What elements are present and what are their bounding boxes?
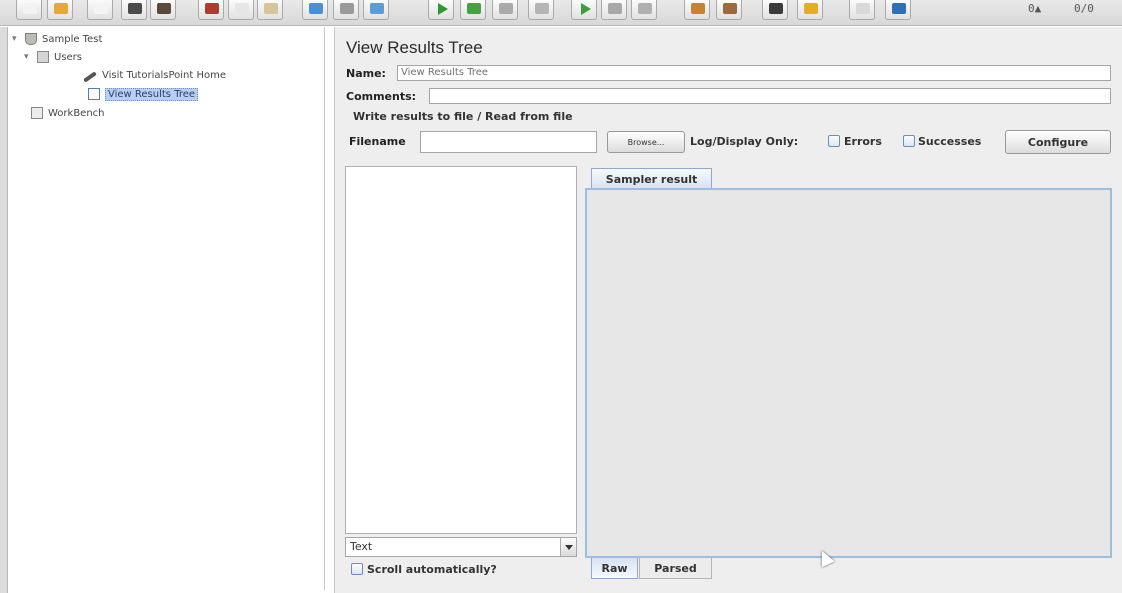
tree-item-http-sampler[interactable]: Visit TutorialsPoint Home [80, 67, 226, 83]
paste-icon [264, 3, 278, 14]
open-icon [94, 3, 108, 14]
templates-button[interactable] [47, 0, 73, 20]
collapse-button[interactable] [333, 0, 359, 20]
save-icon [128, 3, 142, 14]
tab-parsed[interactable]: Parsed [639, 558, 712, 579]
window-left-edge [0, 27, 8, 593]
start-icon [438, 3, 448, 15]
test-plan-icon [25, 33, 37, 45]
toggle-button[interactable] [363, 0, 389, 20]
reset-search-button[interactable] [797, 0, 823, 20]
successes-checkbox[interactable] [903, 135, 915, 147]
function-helper-icon [856, 3, 870, 14]
copy-icon [235, 3, 249, 14]
tree-item-label: Users [54, 51, 83, 63]
remote-start-icon [581, 3, 591, 15]
view-results-tree-panel: View Results Tree Name: View Results Tre… [334, 27, 1122, 593]
help-button[interactable] [885, 0, 911, 20]
clear-button[interactable] [684, 0, 710, 20]
name-label: Name: [346, 67, 386, 80]
open-button[interactable] [87, 0, 113, 20]
scroll-automatically-checkbox[interactable] [351, 563, 363, 575]
workbench-icon [31, 107, 43, 119]
remote-shutdown-button[interactable] [631, 0, 657, 20]
clear-all-button[interactable] [716, 0, 742, 20]
errors-label: Errors [844, 135, 882, 148]
copy-button[interactable] [228, 0, 254, 20]
new-icon [23, 3, 37, 14]
start-no-pause-button[interactable] [460, 0, 486, 20]
toggle-icon [370, 3, 384, 14]
tree-item-label: Visit TutorialsPoint Home [102, 69, 226, 81]
test-plan-tree: ▾ Sample Test ▾ Users Visit TutorialsPoi… [8, 27, 325, 590]
start-no-pause-icon [467, 3, 481, 14]
new-button[interactable] [16, 0, 42, 20]
scroll-automatically-label: Scroll automatically? [367, 563, 497, 576]
tree-item-users[interactable]: ▾ Users [24, 49, 82, 65]
log-display-only-label: Log/Display Only: [690, 135, 799, 148]
start-button[interactable] [428, 0, 454, 20]
clear-all-icon [723, 3, 737, 14]
save-as-icon [157, 3, 171, 14]
search-button[interactable] [762, 0, 788, 20]
tree-item-label-selected: View Results Tree [105, 87, 199, 101]
page-title: View Results Tree [346, 38, 483, 57]
tree-item-sample-test[interactable]: ▾ Sample Test [12, 31, 102, 47]
tree-item-view-results-tree[interactable]: View Results Tree [85, 86, 199, 102]
search-icon [769, 3, 783, 14]
clear-icon [691, 3, 705, 14]
tab-sampler-result[interactable]: Sampler result [591, 168, 712, 189]
tree-item-workbench[interactable]: WorkBench [28, 105, 105, 121]
filename-label: Filename [349, 135, 406, 148]
remote-start-button[interactable] [571, 0, 597, 20]
remote-stop-button[interactable] [601, 0, 627, 20]
sampler-result-content [585, 188, 1112, 558]
paste-button[interactable] [257, 0, 283, 20]
tree-toggle-icon[interactable]: ▾ [24, 52, 34, 62]
stop-icon [499, 3, 513, 14]
save-as-button[interactable] [150, 0, 176, 20]
renderer-select[interactable]: Text [345, 537, 577, 557]
reset-search-icon [804, 3, 818, 14]
shutdown-icon [535, 3, 549, 14]
sample-result-list[interactable] [345, 166, 577, 534]
successes-label: Successes [918, 135, 982, 148]
name-field[interactable]: View Results Tree [397, 65, 1111, 81]
expand-button[interactable] [302, 0, 328, 20]
thread-group-icon [37, 51, 49, 63]
chevron-down-icon[interactable] [560, 538, 576, 556]
tree-item-label: WorkBench [48, 107, 105, 119]
expand-icon [309, 3, 323, 14]
shutdown-button[interactable] [528, 0, 554, 20]
help-icon [892, 3, 906, 14]
tree-toggle-icon[interactable]: ▾ [12, 34, 22, 44]
remote-stop-icon [608, 3, 622, 14]
comments-label: Comments: [346, 90, 417, 103]
function-helper-button[interactable] [849, 0, 875, 20]
renderer-select-value: Text [350, 540, 373, 553]
configure-button[interactable]: Configure [1005, 130, 1111, 154]
warning-counter[interactable]: 0▲ [1028, 2, 1041, 15]
write-results-group-title: Write results to file / Read from file [353, 110, 573, 123]
stop-button[interactable] [492, 0, 518, 20]
http-sampler-icon [83, 71, 97, 83]
remote-shutdown-icon [638, 3, 652, 14]
tree-item-label: Sample Test [42, 33, 103, 45]
browse-button[interactable]: Browse... [607, 131, 685, 153]
toolbar: 0▲ 0/0 [0, 0, 1122, 26]
templates-icon [54, 3, 68, 14]
filename-field[interactable] [420, 131, 597, 153]
collapse-icon [340, 3, 354, 14]
cut-button[interactable] [198, 0, 224, 20]
errors-checkbox[interactable] [828, 135, 840, 147]
thread-counter: 0/0 [1074, 2, 1094, 15]
cut-icon [205, 3, 219, 14]
save-button[interactable] [121, 0, 147, 20]
comments-field[interactable] [429, 88, 1111, 104]
listener-icon [88, 88, 100, 100]
tab-raw[interactable]: Raw [591, 558, 638, 579]
